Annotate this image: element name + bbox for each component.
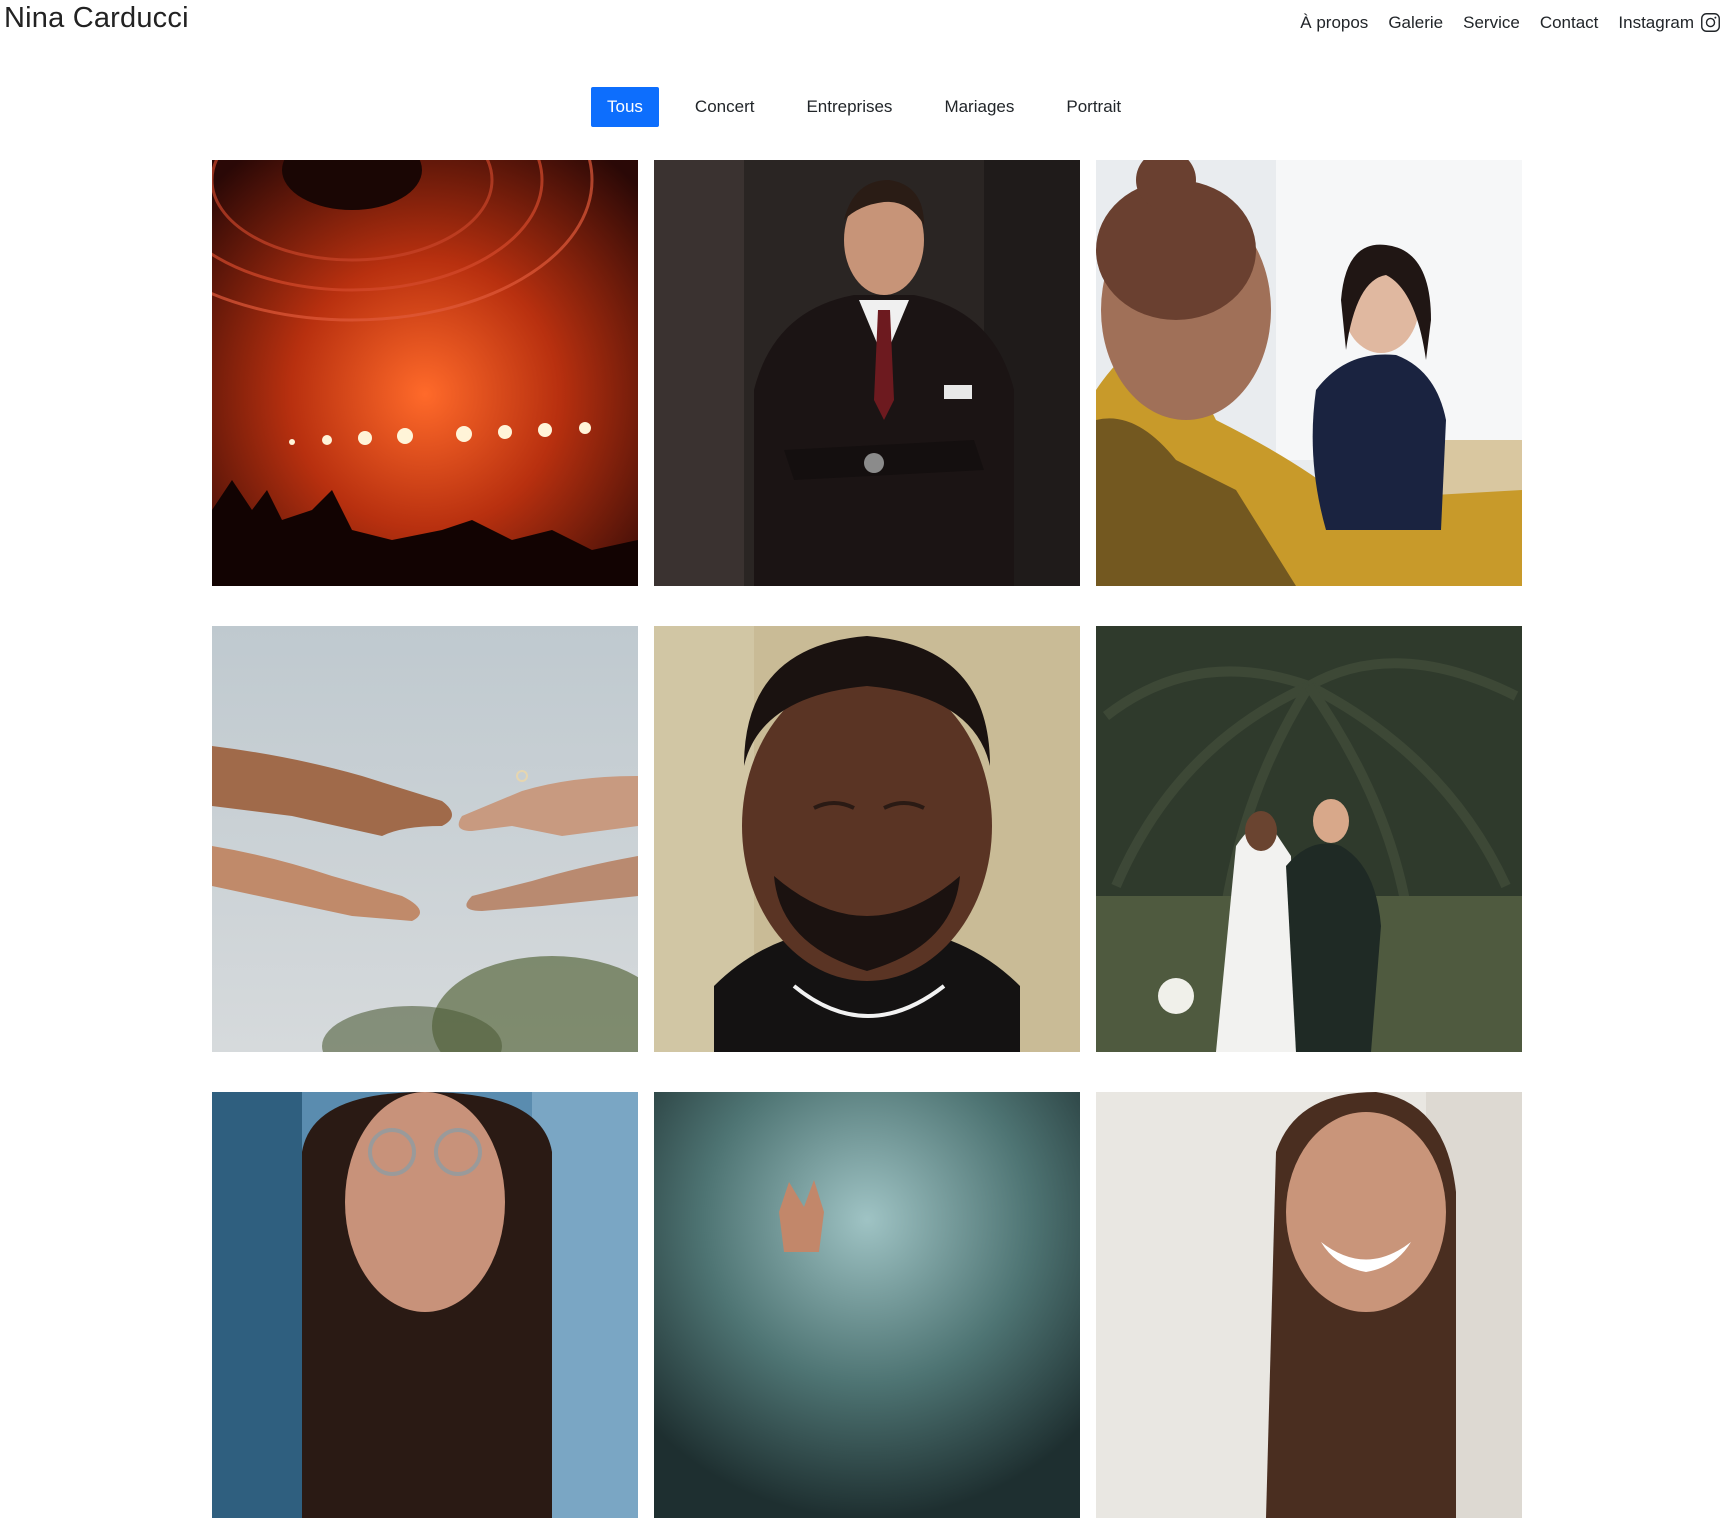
nav-link-instagram-label: Instagram [1618,12,1694,32]
gallery-photo-man-in-suit[interactable] [654,160,1080,586]
nav-link-a-propos[interactable]: À propos [1300,13,1368,33]
gallery-photo-woman-glasses[interactable] [212,1092,638,1518]
photo-gallery [212,160,1522,1518]
gallery-filters: Tous Concert Entreprises Mariages Portra… [591,87,1157,127]
gallery-photo-concert-smoke[interactable] [654,1092,1080,1518]
filter-tous[interactable]: Tous [591,87,659,127]
nav-link-service[interactable]: Service [1463,13,1520,33]
filter-mariages[interactable]: Mariages [928,87,1030,127]
gallery-photo-wedding-couple[interactable] [1096,626,1522,1052]
filter-concert[interactable]: Concert [679,87,771,127]
site-header: Nina Carducci À propos Galerie Service C… [0,0,1735,50]
site-brand[interactable]: Nina Carducci [4,2,189,35]
gallery-photo-business-meeting[interactable] [1096,160,1522,586]
instagram-icon [1700,12,1721,33]
gallery-photo-bride-smiling[interactable] [1096,1092,1522,1518]
nav-link-galerie[interactable]: Galerie [1388,13,1443,33]
main-nav: À propos Galerie Service Contact Instagr… [1300,12,1721,33]
filter-portrait[interactable]: Portrait [1050,87,1137,127]
gallery-photo-hands-ring[interactable] [212,626,638,1052]
filter-entreprises[interactable]: Entreprises [790,87,908,127]
nav-link-instagram[interactable]: Instagram [1618,12,1721,33]
gallery-photo-man-eyes-closed[interactable] [654,626,1080,1052]
gallery-photo-concert-stage[interactable] [212,160,638,586]
nav-link-contact[interactable]: Contact [1540,13,1599,33]
